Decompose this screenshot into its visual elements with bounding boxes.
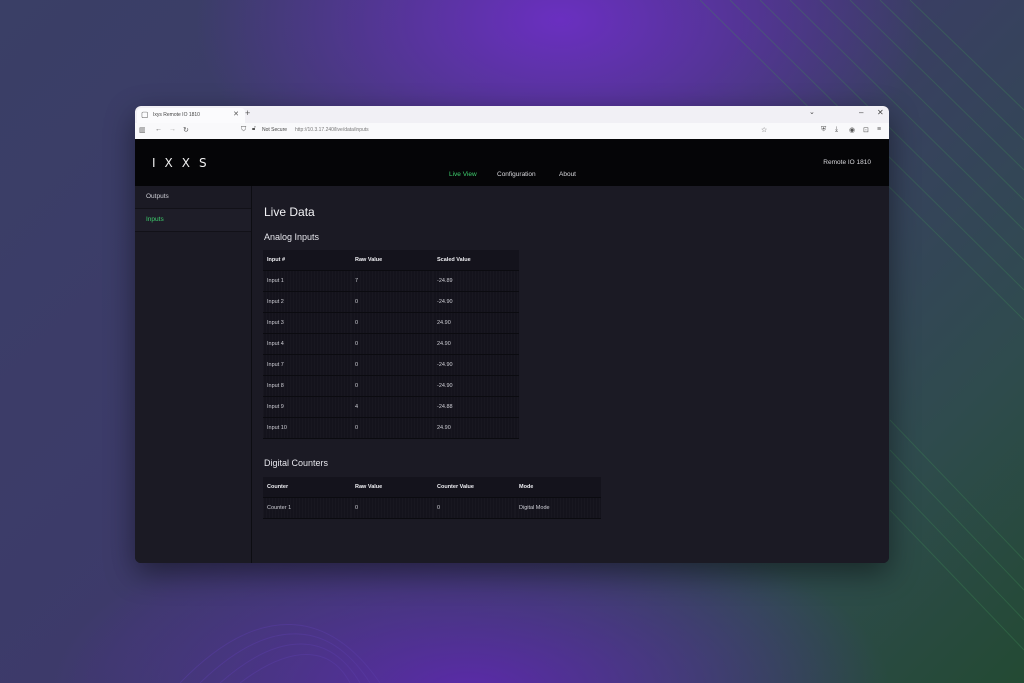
tab-title: Ixys Remote IO 1810 xyxy=(153,112,200,118)
table-row: Input 8 0 -24.90 xyxy=(263,375,519,397)
input-name: Input 7 xyxy=(263,354,351,376)
input-name: Input 1 xyxy=(263,270,351,292)
forward-icon[interactable]: → xyxy=(169,126,176,133)
scaled-value: -24.90 xyxy=(433,354,519,376)
column-header: Scaled Value xyxy=(433,250,519,271)
scaled-value: 24.90 xyxy=(433,312,519,334)
table-row: Input 9 4 -24.88 xyxy=(263,396,519,418)
new-tab-button[interactable]: + xyxy=(245,108,250,118)
input-name: Input 9 xyxy=(263,396,351,418)
navigation-bar: ▥ ← → ↻ ⛉ 🔓︎ Not Secure http://10.3.17.2… xyxy=(135,123,889,140)
table-row: Input 1 7 -24.89 xyxy=(263,270,519,292)
raw-value: 7 xyxy=(351,270,433,292)
digital-counters-table: Counter Raw Value Counter Value Mode Cou… xyxy=(263,477,601,519)
table-header-row: Counter Raw Value Counter Value Mode xyxy=(263,477,601,498)
sidebar: Outputs Inputs xyxy=(135,186,252,563)
raw-value: 0 xyxy=(351,333,433,355)
input-name: Input 3 xyxy=(263,312,351,334)
minimize-icon[interactable]: – xyxy=(859,108,863,117)
table-row: Input 4 0 24.90 xyxy=(263,333,519,355)
scaled-value: -24.90 xyxy=(433,375,519,397)
raw-value: 4 xyxy=(351,396,433,418)
digital-counters-title: Digital Counters xyxy=(264,458,329,468)
pocket-icon[interactable]: ⛨ xyxy=(821,126,826,134)
address-bar[interactable]: ⛉ 🔓︎ Not Secure http://10.3.17.240/live/… xyxy=(235,126,775,136)
input-name: Input 2 xyxy=(263,291,351,313)
column-header: Counter xyxy=(263,477,351,498)
counter-mode: Digital Mode xyxy=(515,497,601,519)
scaled-value: -24.89 xyxy=(433,270,519,292)
extensions-icon[interactable]: ⊡ xyxy=(863,126,869,134)
chevron-down-icon[interactable]: ⌄ xyxy=(809,108,815,116)
scaled-value: -24.88 xyxy=(433,396,519,418)
input-name: Input 8 xyxy=(263,375,351,397)
raw-value: 0 xyxy=(351,417,433,439)
back-icon[interactable]: ← xyxy=(155,126,162,133)
analog-inputs-table: Input # Raw Value Scaled Value Input 17-… xyxy=(263,250,519,439)
logo: IXXS xyxy=(152,156,216,170)
browser-window: ▢ Ixys Remote IO 1810 ✕ + ⌄ – ✕ ▥ ← → ↻ … xyxy=(135,106,889,563)
table-row: Input 7 0 -24.90 xyxy=(263,354,519,376)
raw-value: 0 xyxy=(351,354,433,376)
browser-tab[interactable]: ▢ Ixys Remote IO 1810 ✕ xyxy=(137,108,245,123)
scaled-value: 24.90 xyxy=(433,417,519,439)
column-header: Raw Value xyxy=(351,477,433,498)
raw-value: 0 xyxy=(351,375,433,397)
reload-icon[interactable]: ↻ xyxy=(183,126,189,134)
url-text: http://10.3.17.240/live/data/inputs xyxy=(295,127,369,133)
column-header: Counter Value xyxy=(433,477,515,498)
table-row: Input 2 0 -24.90 xyxy=(263,291,519,313)
analog-inputs-title: Analog Inputs xyxy=(264,232,320,242)
input-name: Input 4 xyxy=(263,333,351,355)
table-header-row: Input # Raw Value Scaled Value xyxy=(263,250,519,271)
sidebar-toggle-icon[interactable]: ▥ xyxy=(139,126,146,134)
scaled-value: -24.90 xyxy=(433,291,519,313)
raw-value: 0 xyxy=(351,312,433,334)
sidebar-item-outputs[interactable]: Outputs xyxy=(135,186,251,209)
counter-name: Counter 1 xyxy=(263,497,351,519)
download-icon[interactable]: ⤓ xyxy=(835,126,838,134)
close-window-icon[interactable]: ✕ xyxy=(877,108,884,117)
device-id-label: Remote IO 1810 xyxy=(823,159,871,166)
lock-icon: 🔓︎ xyxy=(252,126,256,132)
column-header: Input # xyxy=(263,250,351,271)
tab-bar: ▢ Ixys Remote IO 1810 ✕ + ⌄ – ✕ xyxy=(135,106,889,123)
bookmark-star-icon[interactable]: ☆ xyxy=(761,126,767,134)
input-name: Input 10 xyxy=(263,417,351,439)
raw-value: 0 xyxy=(351,497,433,519)
close-icon[interactable]: ✕ xyxy=(233,110,239,118)
tab-about[interactable]: About xyxy=(559,171,576,178)
shield-icon: ⛉ xyxy=(241,126,247,133)
tab-configuration[interactable]: Configuration xyxy=(497,171,536,178)
tab-live-view[interactable]: Live View xyxy=(449,171,477,178)
page-icon: ▢ xyxy=(141,110,149,119)
not-secure-label: Not Secure xyxy=(262,127,288,133)
raw-value: 0 xyxy=(351,291,433,313)
table-row: Input 3 0 24.90 xyxy=(263,312,519,334)
table-row: Counter 1 0 0 Digital Mode xyxy=(263,497,601,519)
table-row: Input 10 0 24.90 xyxy=(263,417,519,439)
main-content: Live Data Analog Inputs Input # Raw Valu… xyxy=(252,186,889,563)
scaled-value: 24.90 xyxy=(433,333,519,355)
page-title: Live Data xyxy=(264,205,315,219)
column-header: Mode xyxy=(515,477,601,498)
sidebar-item-inputs[interactable]: Inputs xyxy=(135,209,251,232)
app-header: IXXS Live View Configuration About Remot… xyxy=(135,139,889,186)
column-header: Raw Value xyxy=(351,250,433,271)
account-icon[interactable]: ◉ xyxy=(849,126,855,134)
menu-icon[interactable]: ≡ xyxy=(877,126,881,133)
counter-value: 0 xyxy=(433,497,515,519)
